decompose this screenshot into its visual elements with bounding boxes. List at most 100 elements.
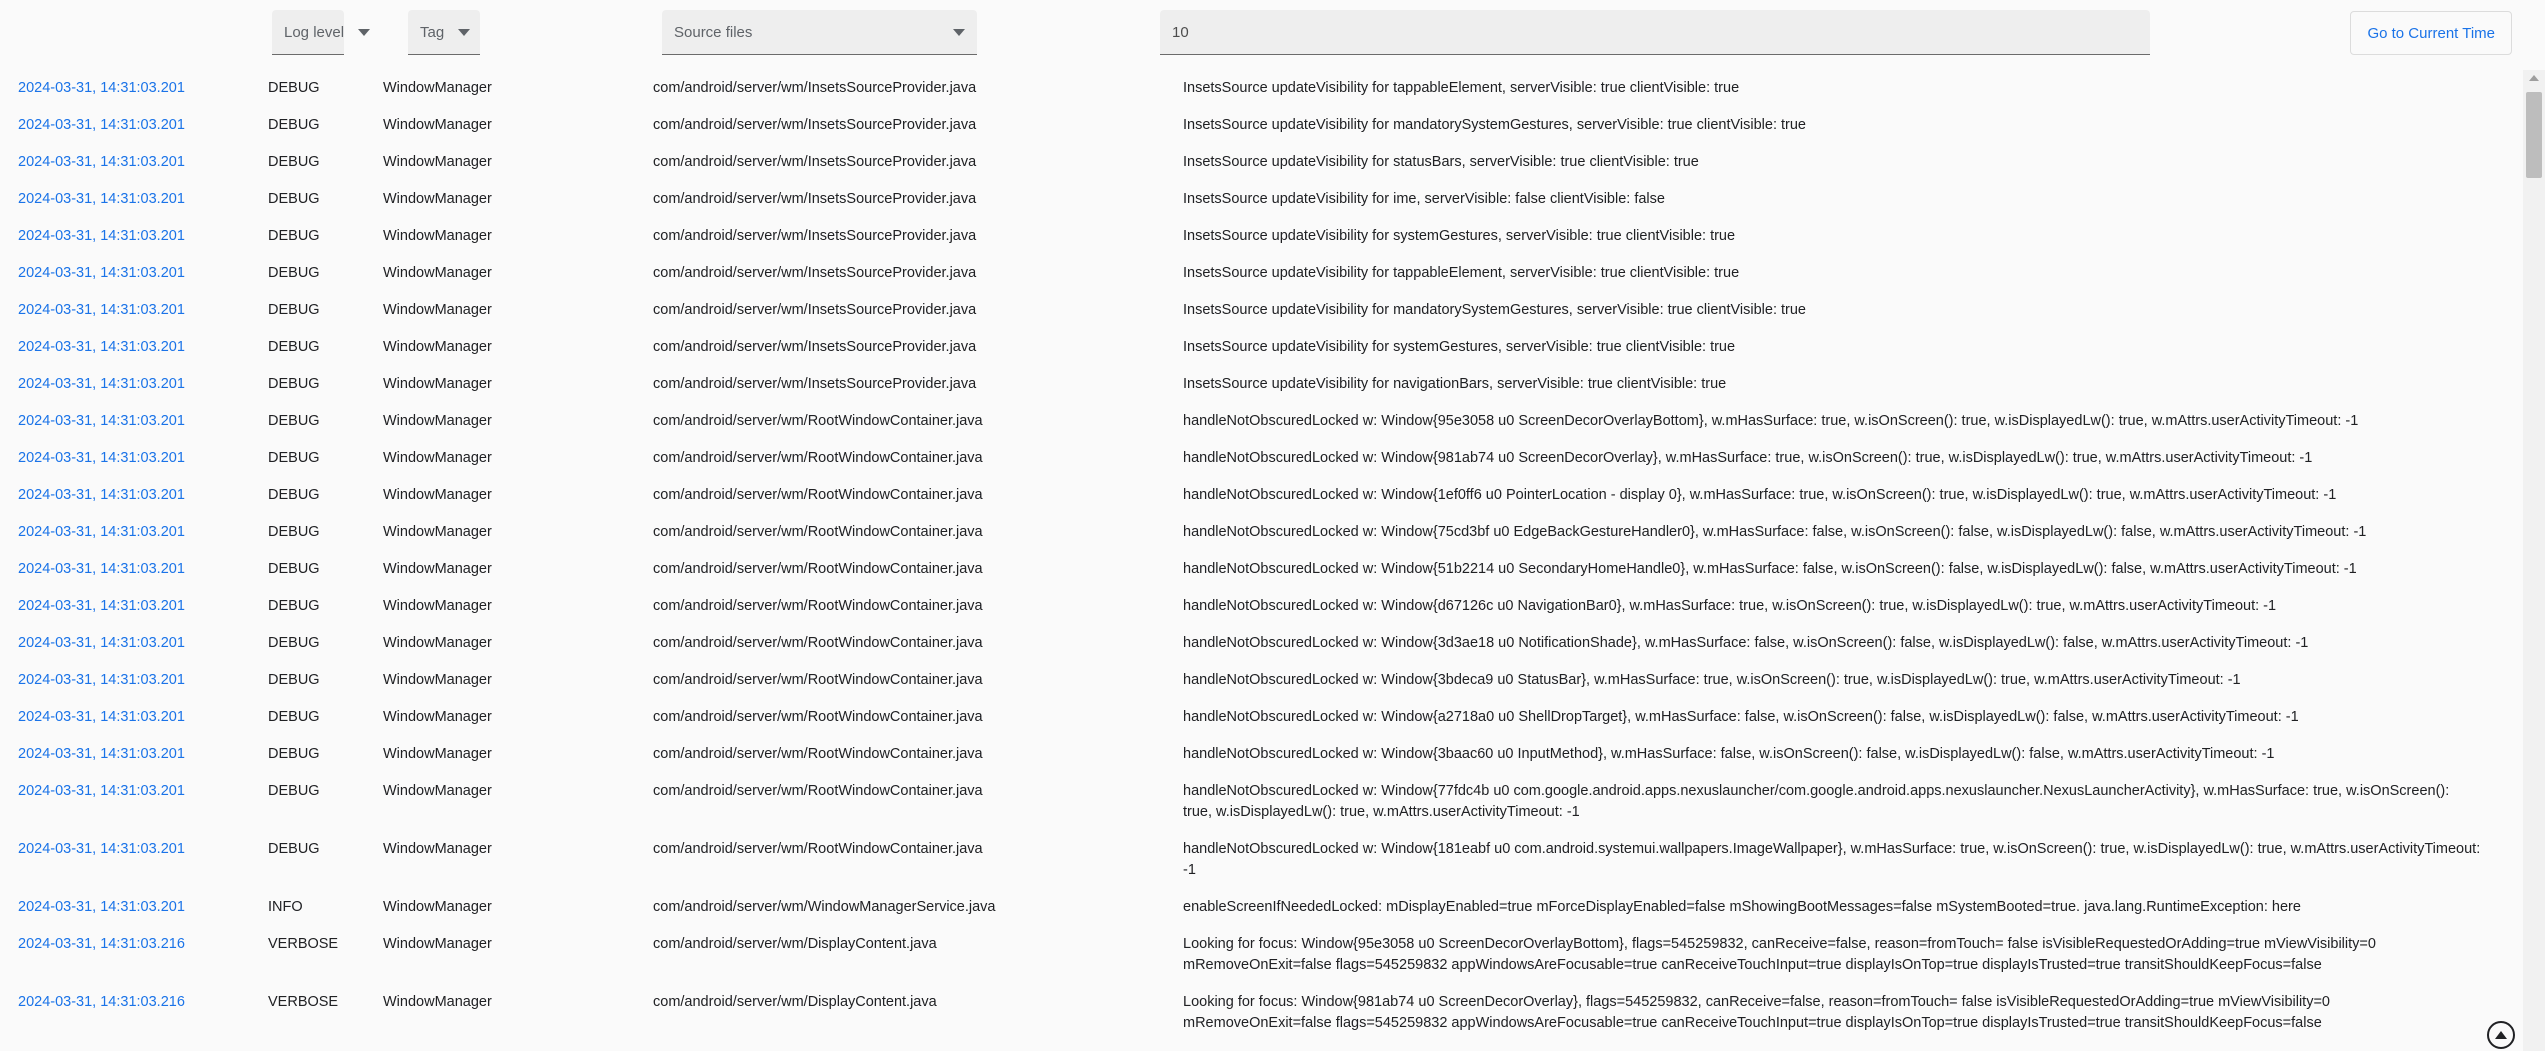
log-timestamp[interactable]: 2024-03-31, 14:31:03.201	[0, 839, 268, 860]
table-row[interactable]: 2024-03-31, 14:31:03.201 DEBUG WindowManag…	[0, 831, 2515, 889]
log-tag: WindowManager	[383, 265, 492, 281]
table-row[interactable]: 2024-03-31, 14:31:03.201 DEBUG WindowManag…	[0, 588, 2515, 625]
log-timestamp[interactable]: 2024-03-31, 14:31:03.201	[0, 781, 268, 802]
log-message: InsetsSource updateVisibility for ime, s…	[1183, 191, 1665, 207]
log-level: DEBUG	[268, 154, 320, 170]
log-timestamp[interactable]: 2024-03-31, 14:31:03.201	[0, 596, 268, 617]
log-tag: WindowManager	[383, 561, 492, 577]
log-timestamp[interactable]: 2024-03-31, 14:31:03.201	[0, 189, 268, 210]
log-tag: WindowManager	[383, 413, 492, 429]
table-row[interactable]: 2024-03-31, 14:31:03.201 DEBUG WindowManag…	[0, 292, 2515, 329]
log-message: handleNotObscuredLocked w: Window{75cd3b…	[1183, 524, 2367, 540]
log-source-file: com/android/server/wm/RootWindowContaine…	[653, 450, 983, 466]
table-row[interactable]: 2024-03-31, 14:31:03.201 DEBUG WindowManag…	[0, 403, 2515, 440]
log-level: DEBUG	[268, 635, 320, 651]
scroll-to-top-button[interactable]	[2487, 1021, 2515, 1049]
log-source-file: com/android/server/wm/RootWindowContaine…	[653, 672, 983, 688]
log-level: VERBOSE	[268, 994, 339, 1010]
log-timestamp[interactable]: 2024-03-31, 14:31:03.201	[0, 897, 268, 918]
table-row[interactable]: 2024-03-31, 14:31:03.201 DEBUG WindowManag…	[0, 440, 2515, 477]
table-row[interactable]: 2024-03-31, 14:31:03.201 DEBUG WindowManag…	[0, 329, 2515, 366]
table-row[interactable]: 2024-03-31, 14:31:03.201 INFO WindowManage…	[0, 889, 2515, 926]
log-level: DEBUG	[268, 80, 320, 96]
log-timestamp[interactable]: 2024-03-31, 14:31:03.201	[0, 226, 268, 247]
log-timestamp[interactable]: 2024-03-31, 14:31:03.201	[0, 78, 268, 99]
table-row[interactable]: 2024-03-31, 14:31:03.201 DEBUG WindowManag…	[0, 551, 2515, 588]
log-timestamp[interactable]: 2024-03-31, 14:31:03.201	[0, 744, 268, 765]
table-row[interactable]: 2024-03-31, 14:31:03.201 DEBUG WindowManag…	[0, 366, 2515, 403]
log-message: InsetsSource updateVisibility for mandat…	[1183, 117, 1806, 133]
table-row[interactable]: 2024-03-31, 14:31:03.201 DEBUG WindowManag…	[0, 477, 2515, 514]
log-tag: WindowManager	[383, 841, 492, 857]
table-row[interactable]: 2024-03-31, 14:31:03.201 DEBUG WindowManag…	[0, 218, 2515, 255]
log-level: INFO	[268, 899, 303, 915]
table-row[interactable]: 2024-03-31, 14:31:03.201 DEBUG WindowManag…	[0, 107, 2515, 144]
log-timestamp[interactable]: 2024-03-31, 14:31:03.201	[0, 485, 268, 506]
log-timestamp[interactable]: 2024-03-31, 14:31:03.201	[0, 263, 268, 284]
scroll-up-arrow-icon[interactable]	[2529, 75, 2539, 81]
log-timestamp[interactable]: 2024-03-31, 14:31:03.201	[0, 337, 268, 358]
log-level: DEBUG	[268, 783, 320, 799]
table-row[interactable]: 2024-03-31, 14:31:03.201 DEBUG WindowManag…	[0, 514, 2515, 551]
log-timestamp[interactable]: 2024-03-31, 14:31:03.201	[0, 300, 268, 321]
table-row[interactable]: 2024-03-31, 14:31:03.216 VERBOSE WindowMan…	[0, 926, 2515, 984]
log-timestamp[interactable]: 2024-03-31, 14:31:03.201	[0, 411, 268, 432]
log-tag: WindowManager	[383, 524, 492, 540]
log-level: DEBUG	[268, 339, 320, 355]
log-message: handleNotObscuredLocked w: Window{a2718a…	[1183, 709, 2299, 725]
log-source-file: com/android/server/wm/InsetsSourceProvid…	[653, 80, 977, 96]
table-row[interactable]: 2024-03-31, 14:31:03.201 DEBUG WindowManag…	[0, 773, 2515, 831]
log-tag: WindowManager	[383, 936, 492, 952]
table-row[interactable]: 2024-03-31, 14:31:03.201 DEBUG WindowManag…	[0, 662, 2515, 699]
log-level: DEBUG	[268, 302, 320, 318]
log-source-file: com/android/server/wm/InsetsSourceProvid…	[653, 339, 977, 355]
log-message: InsetsSource updateVisibility for tappab…	[1183, 265, 1740, 281]
log-source-file: com/android/server/wm/DisplayContent.jav…	[653, 936, 937, 952]
log-timestamp[interactable]: 2024-03-31, 14:31:03.201	[0, 115, 268, 136]
log-level: DEBUG	[268, 413, 320, 429]
log-message: handleNotObscuredLocked w: Window{3baac6…	[1183, 746, 2275, 762]
scrollbar-thumb[interactable]	[2526, 92, 2542, 178]
log-level: DEBUG	[268, 450, 320, 466]
log-timestamp[interactable]: 2024-03-31, 14:31:03.216	[0, 992, 268, 1013]
log-level: DEBUG	[268, 598, 320, 614]
log-level: DEBUG	[268, 228, 320, 244]
log-source-file: com/android/server/wm/InsetsSourceProvid…	[653, 191, 977, 207]
log-source-file: com/android/server/wm/RootWindowContaine…	[653, 487, 983, 503]
search-input[interactable]: 10	[1160, 10, 2150, 55]
log-timestamp[interactable]: 2024-03-31, 14:31:03.216	[0, 934, 268, 955]
table-row[interactable]: 2024-03-31, 14:31:03.201 DEBUG WindowManag…	[0, 144, 2515, 181]
log-rows-container: 2024-03-31, 14:31:03.201 DEBUG WindowManag…	[0, 70, 2515, 1042]
log-timestamp[interactable]: 2024-03-31, 14:31:03.201	[0, 633, 268, 654]
vertical-scrollbar[interactable]	[2523, 70, 2545, 1051]
log-tag: WindowManager	[383, 635, 492, 651]
log-source-file: com/android/server/wm/RootWindowContaine…	[653, 783, 983, 799]
log-timestamp[interactable]: 2024-03-31, 14:31:03.201	[0, 559, 268, 580]
log-tag: WindowManager	[383, 672, 492, 688]
tag-filter[interactable]: Tag	[408, 10, 480, 55]
log-level-filter[interactable]: Log level	[272, 10, 371, 55]
log-level: DEBUG	[268, 709, 320, 725]
log-timestamp[interactable]: 2024-03-31, 14:31:03.201	[0, 670, 268, 691]
log-message: InsetsSource updateVisibility for system…	[1183, 339, 1736, 355]
table-row[interactable]: 2024-03-31, 14:31:03.201 DEBUG WindowManag…	[0, 625, 2515, 662]
log-tag: WindowManager	[383, 899, 492, 915]
log-timestamp[interactable]: 2024-03-31, 14:31:03.201	[0, 152, 268, 173]
log-table: 2024-03-31, 14:31:03.201 DEBUG WindowManag…	[0, 70, 2545, 1051]
table-row[interactable]: 2024-03-31, 14:31:03.216 VERBOSE WindowMan…	[0, 984, 2515, 1042]
go-to-current-time-button[interactable]: Go to Current Time	[2350, 11, 2512, 55]
table-row[interactable]: 2024-03-31, 14:31:03.201 DEBUG WindowManag…	[0, 70, 2515, 107]
log-message: InsetsSource updateVisibility for status…	[1183, 154, 1699, 170]
log-tag: WindowManager	[383, 746, 492, 762]
log-timestamp[interactable]: 2024-03-31, 14:31:03.201	[0, 448, 268, 469]
table-row[interactable]: 2024-03-31, 14:31:03.201 DEBUG WindowManag…	[0, 699, 2515, 736]
table-row[interactable]: 2024-03-31, 14:31:03.201 DEBUG WindowManag…	[0, 181, 2515, 218]
search-input-value: 10	[1172, 23, 1189, 41]
table-row[interactable]: 2024-03-31, 14:31:03.201 DEBUG WindowManag…	[0, 736, 2515, 773]
source-files-filter[interactable]: Source files	[662, 10, 977, 55]
log-timestamp[interactable]: 2024-03-31, 14:31:03.201	[0, 707, 268, 728]
table-row[interactable]: 2024-03-31, 14:31:03.201 DEBUG WindowManag…	[0, 255, 2515, 292]
log-timestamp[interactable]: 2024-03-31, 14:31:03.201	[0, 522, 268, 543]
log-tag: WindowManager	[383, 154, 492, 170]
log-timestamp[interactable]: 2024-03-31, 14:31:03.201	[0, 374, 268, 395]
